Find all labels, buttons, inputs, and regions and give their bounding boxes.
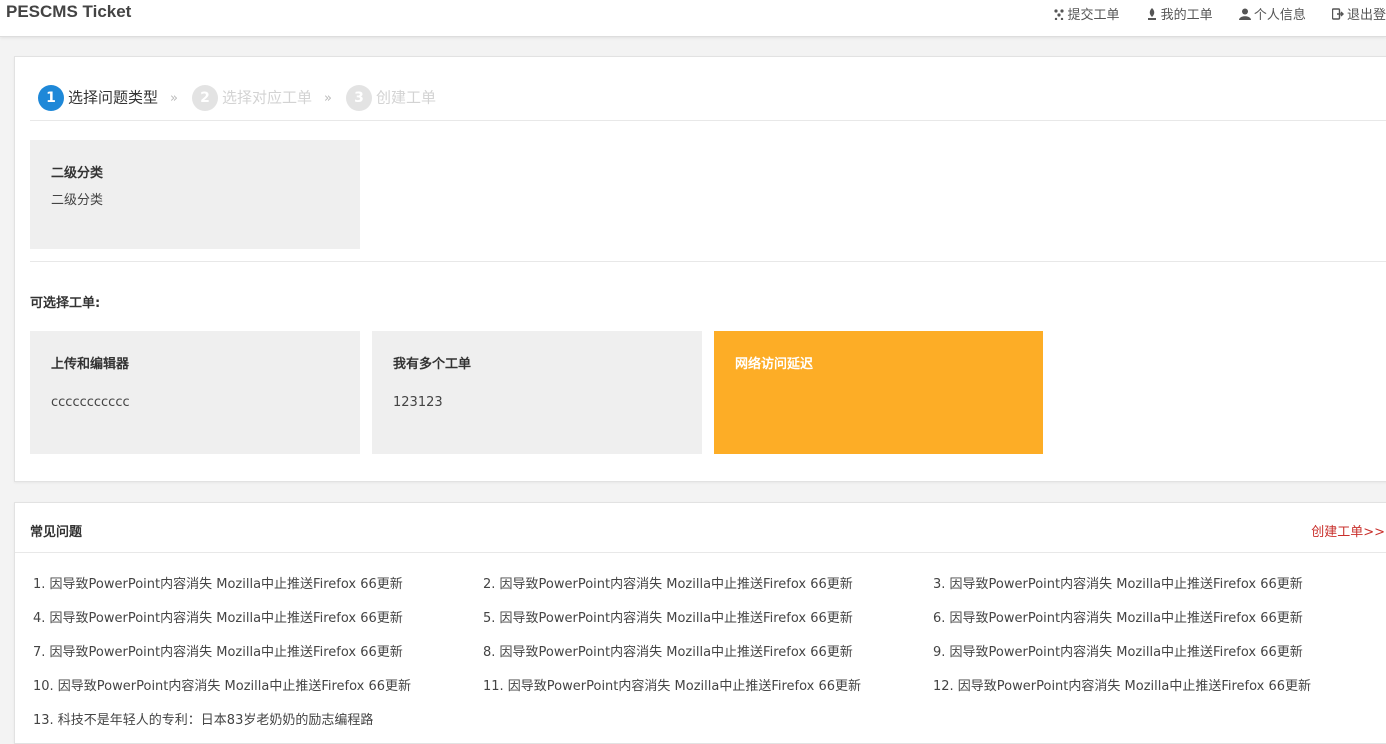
- faq-item[interactable]: 4. 因导致PowerPoint内容消失 Mozilla中止推送Firefox …: [33, 607, 403, 626]
- user-icon: [1238, 8, 1251, 20]
- step-3: 3 创建工单: [345, 85, 436, 111]
- ticket-card-multiple-tickets[interactable]: 我有多个工单 123123: [372, 331, 702, 454]
- ticket-card-title: 网络访问延迟: [735, 357, 814, 372]
- nav-profile[interactable]: 个人信息: [1238, 4, 1306, 23]
- submit-icon: [1053, 9, 1064, 20]
- ticket-card-desc: ccccccccccc: [51, 395, 130, 410]
- faq-item[interactable]: 13. 科技不是年轻人的专利：日本83岁老奶奶的励志编程路: [33, 709, 373, 728]
- nav-submit-label: 提交工单: [1067, 8, 1120, 23]
- faq-item[interactable]: 10. 因导致PowerPoint内容消失 Mozilla中止推送Firefox…: [33, 675, 411, 694]
- faq-item[interactable]: 8. 因导致PowerPoint内容消失 Mozilla中止推送Firefox …: [483, 641, 853, 660]
- tickets-icon: [1147, 8, 1156, 20]
- step-indicator: 1 选择问题类型 » 2 选择对应工单 » 3 创建工单: [38, 85, 436, 111]
- ticket-wizard-panel: 1 选择问题类型 » 2 选择对应工单 » 3 创建工单 二级分类 二级分类 可选择工…: [14, 56, 1386, 482]
- step-2: 2 选择对应工单: [191, 85, 312, 111]
- nav-my-tickets[interactable]: 我的工单: [1146, 4, 1213, 23]
- divider: [15, 552, 1386, 553]
- divider: [30, 120, 1386, 121]
- nav-profile-label: 个人信息: [1253, 8, 1306, 23]
- brand-logo-text[interactable]: PESCMS Ticket: [6, 2, 131, 22]
- step-2-number: 2: [191, 85, 218, 111]
- ticket-card-upload-editor[interactable]: 上传和编辑器 ccccccccccc: [30, 331, 360, 454]
- top-navbar: PESCMS Ticket 提交工单 我的工单 个人信息 退出登: [0, 0, 1386, 37]
- step-separator: »: [170, 90, 178, 106]
- faq-item[interactable]: 2. 因导致PowerPoint内容消失 Mozilla中止推送Firefox …: [483, 573, 853, 592]
- create-ticket-link[interactable]: 创建工单>>: [1311, 521, 1385, 540]
- faq-item[interactable]: 9. 因导致PowerPoint内容消失 Mozilla中止推送Firefox …: [933, 641, 1303, 660]
- ticket-card-title: 上传和编辑器: [51, 357, 130, 372]
- divider: [30, 261, 1386, 262]
- faq-item[interactable]: 5. 因导致PowerPoint内容消失 Mozilla中止推送Firefox …: [483, 607, 853, 626]
- step-separator: »: [324, 90, 332, 106]
- nav-my-tickets-label: 我的工单: [1160, 8, 1213, 23]
- step-3-label: 创建工单: [375, 88, 436, 107]
- logout-icon: [1331, 8, 1344, 20]
- faq-item[interactable]: 7. 因导致PowerPoint内容消失 Mozilla中止推送Firefox …: [33, 641, 403, 660]
- faq-item[interactable]: 1. 因导致PowerPoint内容消失 Mozilla中止推送Firefox …: [33, 573, 403, 592]
- faq-item[interactable]: 6. 因导致PowerPoint内容消失 Mozilla中止推送Firefox …: [933, 607, 1303, 626]
- faq-item[interactable]: 3. 因导致PowerPoint内容消失 Mozilla中止推送Firefox …: [933, 573, 1303, 592]
- top-nav: 提交工单 我的工单 个人信息 退出登: [1031, 4, 1386, 23]
- nav-logout[interactable]: 退出登: [1331, 4, 1386, 23]
- ticket-card-network-latency[interactable]: 网络访问延迟: [714, 331, 1043, 454]
- faq-item[interactable]: 11. 因导致PowerPoint内容消失 Mozilla中止推送Firefox…: [483, 675, 861, 694]
- nav-submit-ticket[interactable]: 提交工单: [1053, 4, 1120, 23]
- category-title: 二级分类: [51, 166, 104, 181]
- faq-item[interactable]: 12. 因导致PowerPoint内容消失 Mozilla中止推送Firefox…: [933, 675, 1311, 694]
- step-2-label: 选择对应工单: [221, 88, 312, 107]
- nav-logout-label: 退出登: [1346, 8, 1386, 23]
- selectable-tickets-label: 可选择工单:: [30, 296, 101, 311]
- ticket-card-title: 我有多个工单: [393, 357, 472, 372]
- faq-title: 常见问题: [30, 525, 83, 540]
- step-1-label: 选择问题类型: [68, 88, 159, 107]
- faq-panel: 常见问题 创建工单>> 1. 因导致PowerPoint内容消失 Mozilla…: [14, 502, 1386, 744]
- step-1: 1 选择问题类型: [38, 85, 158, 111]
- step-1-number: 1: [38, 85, 64, 111]
- category-desc: 二级分类: [51, 193, 104, 208]
- category-card[interactable]: 二级分类 二级分类: [30, 140, 360, 249]
- step-3-number: 3: [345, 85, 372, 111]
- ticket-card-desc: 123123: [393, 395, 443, 410]
